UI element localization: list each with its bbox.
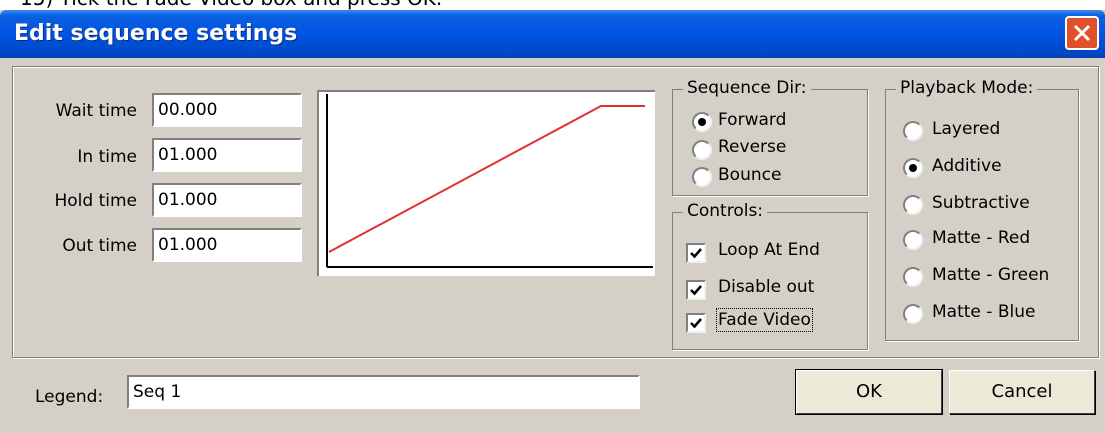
close-button[interactable] [1065, 16, 1099, 50]
wait-time-label: Wait time [55, 101, 137, 121]
fade-curve-graph [317, 90, 655, 276]
fade-video-checkbox[interactable] [686, 313, 706, 333]
ok-button[interactable]: OK [796, 370, 942, 414]
controls-title: Controls: [683, 201, 768, 221]
additive-label: Additive [932, 156, 1002, 176]
in-time-label: In time [77, 147, 137, 167]
checkmark-icon [690, 318, 702, 329]
in-time-input[interactable]: 01.000 [152, 138, 302, 172]
radio-matte-green[interactable] [903, 267, 923, 287]
wait-time-input[interactable]: 00.000 [152, 93, 302, 127]
loop-at-end-label: Loop At End [718, 240, 820, 260]
title-bar[interactable]: Edit sequence settings [0, 10, 1105, 58]
bounce-label: Bounce [718, 165, 782, 185]
radio-bounce[interactable] [692, 167, 712, 187]
loop-at-end-checkbox[interactable] [686, 243, 706, 263]
checkmark-icon [690, 285, 702, 296]
reverse-label: Reverse [718, 137, 787, 157]
legend-input[interactable]: Seq 1 [127, 375, 640, 409]
fade-video-label: Fade Video [716, 308, 813, 332]
subtractive-label: Subtractive [932, 193, 1030, 213]
legend-label: Legend: [35, 387, 104, 407]
forward-label: Forward [718, 110, 787, 130]
radio-layered[interactable] [903, 121, 923, 141]
disable-out-label: Disable out [718, 277, 815, 297]
out-time-label: Out time [62, 236, 137, 256]
disable-out-checkbox[interactable] [686, 280, 706, 300]
checkmark-icon [690, 248, 702, 259]
layered-label: Layered [932, 119, 1001, 139]
window-title: Edit sequence settings [14, 21, 298, 46]
hold-time-input[interactable]: 01.000 [152, 183, 302, 217]
edit-sequence-dialog: Edit sequence settings Wait time 00.000 … [0, 10, 1105, 433]
fade-curve-line [328, 105, 645, 253]
matte-red-label: Matte - Red [932, 228, 1031, 248]
fade-curve-svg [326, 94, 653, 268]
radio-matte-blue[interactable] [903, 304, 923, 324]
radio-additive[interactable] [903, 158, 923, 178]
radio-matte-red[interactable] [903, 230, 923, 250]
radio-reverse[interactable] [692, 140, 712, 160]
sequence-dir-title: Sequence Dir: [683, 78, 811, 98]
hold-time-label: Hold time [54, 191, 137, 211]
out-time-input[interactable]: 01.000 [152, 228, 302, 262]
radio-subtractive[interactable] [903, 195, 923, 215]
instruction-text: 15) Tick the Fade Video box and press OK… [20, 0, 442, 10]
radio-forward[interactable] [692, 112, 712, 132]
close-icon [1073, 24, 1091, 42]
playback-mode-title: Playback Mode: [896, 78, 1038, 98]
matte-blue-label: Matte - Blue [932, 302, 1036, 322]
cancel-button[interactable]: Cancel [949, 370, 1095, 414]
matte-green-label: Matte - Green [932, 265, 1050, 285]
